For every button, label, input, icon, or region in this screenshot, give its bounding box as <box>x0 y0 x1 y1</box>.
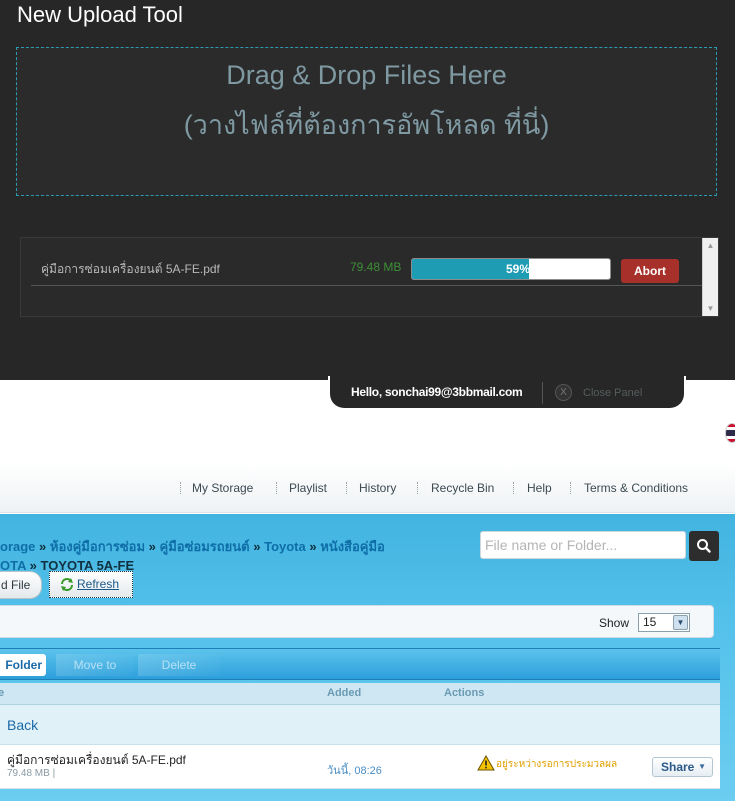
warning-icon <box>477 755 495 771</box>
refresh-icon <box>61 578 73 591</box>
nav-terms[interactable]: Terms & Conditions <box>584 481 688 495</box>
close-panel-link[interactable]: Close Panel <box>583 387 642 399</box>
back-row[interactable]: Back <box>0 705 720 745</box>
search-input[interactable] <box>480 531 686 559</box>
abort-button[interactable]: Abort <box>621 259 679 283</box>
drop-zone-label: Drag & Drop Files Here <box>226 60 507 90</box>
new-folder-button[interactable]: Folder <box>0 654 46 676</box>
column-header-actions: Actions <box>444 687 485 699</box>
file-size: 79.48 MB | <box>7 768 56 779</box>
upload-panel: New Upload Tool Drag & Drop Files Here (… <box>0 0 735 380</box>
share-button[interactable]: Share ▼ <box>652 757 713 777</box>
table-row: คู่มือการซ่อมเครื่องยนต์ 5A-FE.pdf 79.48… <box>0 745 720 789</box>
nav-separator <box>276 482 277 494</box>
upload-tool-title: New Upload Tool <box>17 2 183 27</box>
column-header-name[interactable]: e <box>0 687 4 699</box>
breadcrumb-separator: » <box>253 539 261 554</box>
nav-my-storage[interactable]: My Storage <box>192 481 253 495</box>
upload-file-button[interactable]: d File <box>0 571 42 599</box>
page-size-value: 15 <box>643 615 657 629</box>
search-button[interactable] <box>689 531 719 561</box>
page-size-select[interactable]: 15 ▼ <box>638 613 690 632</box>
back-link[interactable]: Back <box>7 717 38 733</box>
search-icon <box>697 539 711 553</box>
delete-button[interactable]: Delete <box>138 654 220 676</box>
queue-scrollbar[interactable]: ▲ ▼ <box>702 238 718 316</box>
thai-flag-icon[interactable] <box>725 423 735 443</box>
file-status-text: อยู่ระหว่างรอการประมวลผล <box>496 759 618 770</box>
show-label: Show <box>599 616 630 630</box>
table-header: e Added Actions <box>0 683 720 705</box>
refresh-label: Refresh <box>77 577 120 591</box>
nav-separator <box>417 482 418 494</box>
scroll-down-icon[interactable]: ▼ <box>703 301 718 316</box>
upload-progress-text: 59% <box>505 262 530 276</box>
scroll-up-icon[interactable]: ▲ <box>703 238 718 253</box>
upload-queue: คู่มือการซ่อมเครื่องยนต์ 5A-FE.pdf 79.48… <box>20 237 719 317</box>
nav-playlist[interactable]: Playlist <box>289 481 327 495</box>
breadcrumb: orage » ห้องคู่มือการซ่อม » คู่มือซ่อมรถ… <box>0 536 385 557</box>
caret-down-icon: ▼ <box>698 762 706 771</box>
drop-zone-label-thai: (วางไฟล์ที่ต้องการอัพโหลด ที่นี่) <box>183 110 550 140</box>
hello-user-text: Hello, sonchai99@3bbmail.com <box>351 385 523 399</box>
column-header-added[interactable]: Added <box>327 687 361 699</box>
move-to-button[interactable]: Move to <box>56 654 134 676</box>
file-browser: orage » ห้องคู่มือการซ่อม » คู่มือซ่อมรถ… <box>0 514 735 801</box>
session-divider <box>542 382 543 404</box>
breadcrumb-separator: » <box>309 539 317 554</box>
share-label: Share <box>661 760 695 774</box>
queue-file-name: คู่มือการซ่อมเครื่องยนต์ 5A-FE.pdf <box>41 262 220 276</box>
chevron-down-icon: ▼ <box>673 615 688 630</box>
main-nav: My Storage Playlist History Recycle Bin … <box>0 463 735 513</box>
nav-history[interactable]: History <box>359 481 396 495</box>
nav-help[interactable]: Help <box>527 481 552 495</box>
breadcrumb-item-repair-room[interactable]: ห้องคู่มือการซ่อม <box>50 539 145 554</box>
breadcrumb-item-manual-books[interactable]: หนังสือคู่มือ <box>320 539 385 554</box>
user-session-tab: Hello, sonchai99@3bbmail.com X Close Pan… <box>328 376 686 410</box>
nav-separator <box>180 482 181 494</box>
nav-separator <box>570 482 571 494</box>
breadcrumb-separator: » <box>39 539 47 554</box>
nav-recycle-bin[interactable]: Recycle Bin <box>431 481 494 495</box>
pagination-bar: Show 15 ▼ <box>0 605 714 638</box>
file-added-date: วันนี้, 08:26 <box>327 765 382 777</box>
breadcrumb-item-car-manuals[interactable]: คู่มือซ่อมรถยนต์ <box>160 539 250 554</box>
queue-divider <box>31 285 705 286</box>
drop-zone[interactable]: Drag & Drop Files Here (วางไฟล์ที่ต้องกา… <box>16 47 717 196</box>
breadcrumb-item-toyota[interactable]: Toyota <box>264 539 306 554</box>
breadcrumb-item-storage[interactable]: orage <box>0 539 35 554</box>
breadcrumb-separator: » <box>148 539 156 554</box>
nav-separator <box>346 482 347 494</box>
upload-progress-bar: 59% <box>411 258 611 280</box>
refresh-button[interactable]: Refresh <box>49 571 133 598</box>
queue-file-size: 79.48 MB <box>350 260 402 274</box>
file-toolbar: Folder Move to Delete <box>0 648 720 680</box>
close-icon[interactable]: X <box>555 384 572 401</box>
nav-separator <box>513 482 514 494</box>
